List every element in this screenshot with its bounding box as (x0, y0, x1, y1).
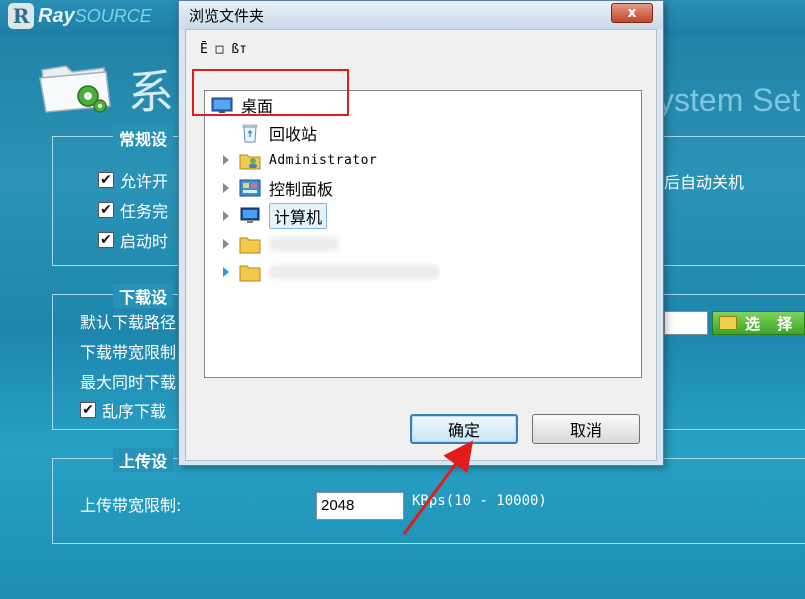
computer-icon (240, 207, 260, 223)
raysource-logo: R RaySOURCE (8, 2, 152, 30)
ok-button[interactable]: 确定 (410, 414, 518, 444)
blurred-name (269, 237, 339, 251)
general-option-2[interactable]: ✔ 任务完 (98, 198, 168, 222)
user-folder-icon (239, 154, 261, 170)
download-bandwidth-label: 下载带宽限制 (80, 343, 177, 362)
tree-item-blurred-folder-2[interactable] (239, 260, 439, 284)
checkbox-shuffle[interactable]: ✔ (80, 402, 96, 418)
tree-item-control-panel[interactable]: 控制面板 (239, 176, 333, 200)
dialog-title-bar: 浏览文件夹 x (179, 1, 663, 29)
control-panel-icon (239, 179, 261, 197)
auto-shutdown-text: 后自动关机 (664, 173, 745, 192)
shuffle-download-option[interactable]: ✔ 乱序下载 (80, 398, 166, 422)
expand-arrow-icon[interactable] (223, 267, 229, 277)
settings-window: R RaySOURCE 系 ystem Set 常规设 ✔ 允许开 ✔ 任务完 … (0, 0, 805, 599)
expand-arrow-icon[interactable] (223, 183, 229, 193)
cancel-button[interactable]: 取消 (532, 414, 640, 444)
logo-text-light: SOURCE (74, 5, 152, 26)
download-settings-title: 下载设 (113, 284, 174, 308)
general-settings-title: 常规设 (113, 126, 174, 150)
checkbox-startup[interactable]: ✔ (98, 232, 114, 248)
page-title-cn: 系 (128, 65, 174, 119)
option-label: 启动时 (120, 232, 169, 251)
max-downloads-label: 最大同时下载 (80, 373, 177, 392)
tree-item-computer[interactable]: 计算机 (239, 203, 328, 229)
expand-arrow-icon[interactable] (223, 211, 229, 221)
tree-item-recycle-bin[interactable]: 回收站 (239, 121, 317, 145)
upload-bandwidth-label: 上传带宽限制: (80, 496, 182, 515)
checkbox-allow[interactable]: ✔ (98, 172, 114, 188)
logo-text: RaySOURCE (38, 5, 152, 28)
default-path-label: 默认下载路径 (80, 313, 177, 332)
select-button-label: 选 择 (745, 314, 799, 333)
folder-icon (239, 237, 261, 254)
recycle-bin-icon (242, 124, 258, 143)
option-label: 任务完 (120, 202, 169, 221)
dialog-toolbar-text: Ē □ ßт (200, 42, 247, 57)
close-button[interactable]: x (611, 3, 653, 23)
upload-bandwidth-input[interactable]: 2048 (316, 492, 404, 520)
expand-arrow-icon[interactable] (223, 155, 229, 165)
tree-label: 控制面板 (269, 180, 334, 199)
dialog-title: 浏览文件夹 (189, 7, 265, 25)
general-option-3[interactable]: ✔ 启动时 (98, 228, 168, 252)
close-icon: x (627, 5, 637, 21)
select-path-button[interactable]: 选 择 (712, 311, 805, 335)
shuffle-label: 乱序下载 (102, 402, 167, 421)
tree-label: 计算机 (269, 203, 328, 229)
logo-text-bold: Ray (38, 4, 75, 27)
blurred-name (269, 265, 439, 279)
tree-label: Administrator (269, 152, 378, 168)
option-label: 允许开 (120, 172, 169, 191)
upload-unit-hint: KBps(10 - 10000) (412, 493, 547, 509)
upload-settings-title: 上传设 (113, 448, 174, 472)
tree-item-blurred-folder-1[interactable] (239, 232, 339, 256)
general-option-1[interactable]: ✔ 允许开 (98, 168, 168, 192)
tree-item-administrator[interactable]: Administrator (239, 148, 377, 172)
logo-mark-icon: R (8, 3, 34, 29)
settings-folder-icon (39, 65, 111, 113)
expand-arrow-icon[interactable] (223, 239, 229, 249)
download-path-input[interactable] (664, 311, 708, 335)
folder-open-icon (719, 316, 737, 330)
highlight-box (192, 69, 349, 116)
tree-label: 回收站 (269, 125, 318, 144)
page-title-en: ystem Set (658, 82, 801, 118)
checkbox-task[interactable]: ✔ (98, 202, 114, 218)
folder-tree[interactable]: 桌面 回收站 Administrator 控制面板 计算机 (204, 90, 642, 378)
folder-icon (239, 265, 261, 282)
